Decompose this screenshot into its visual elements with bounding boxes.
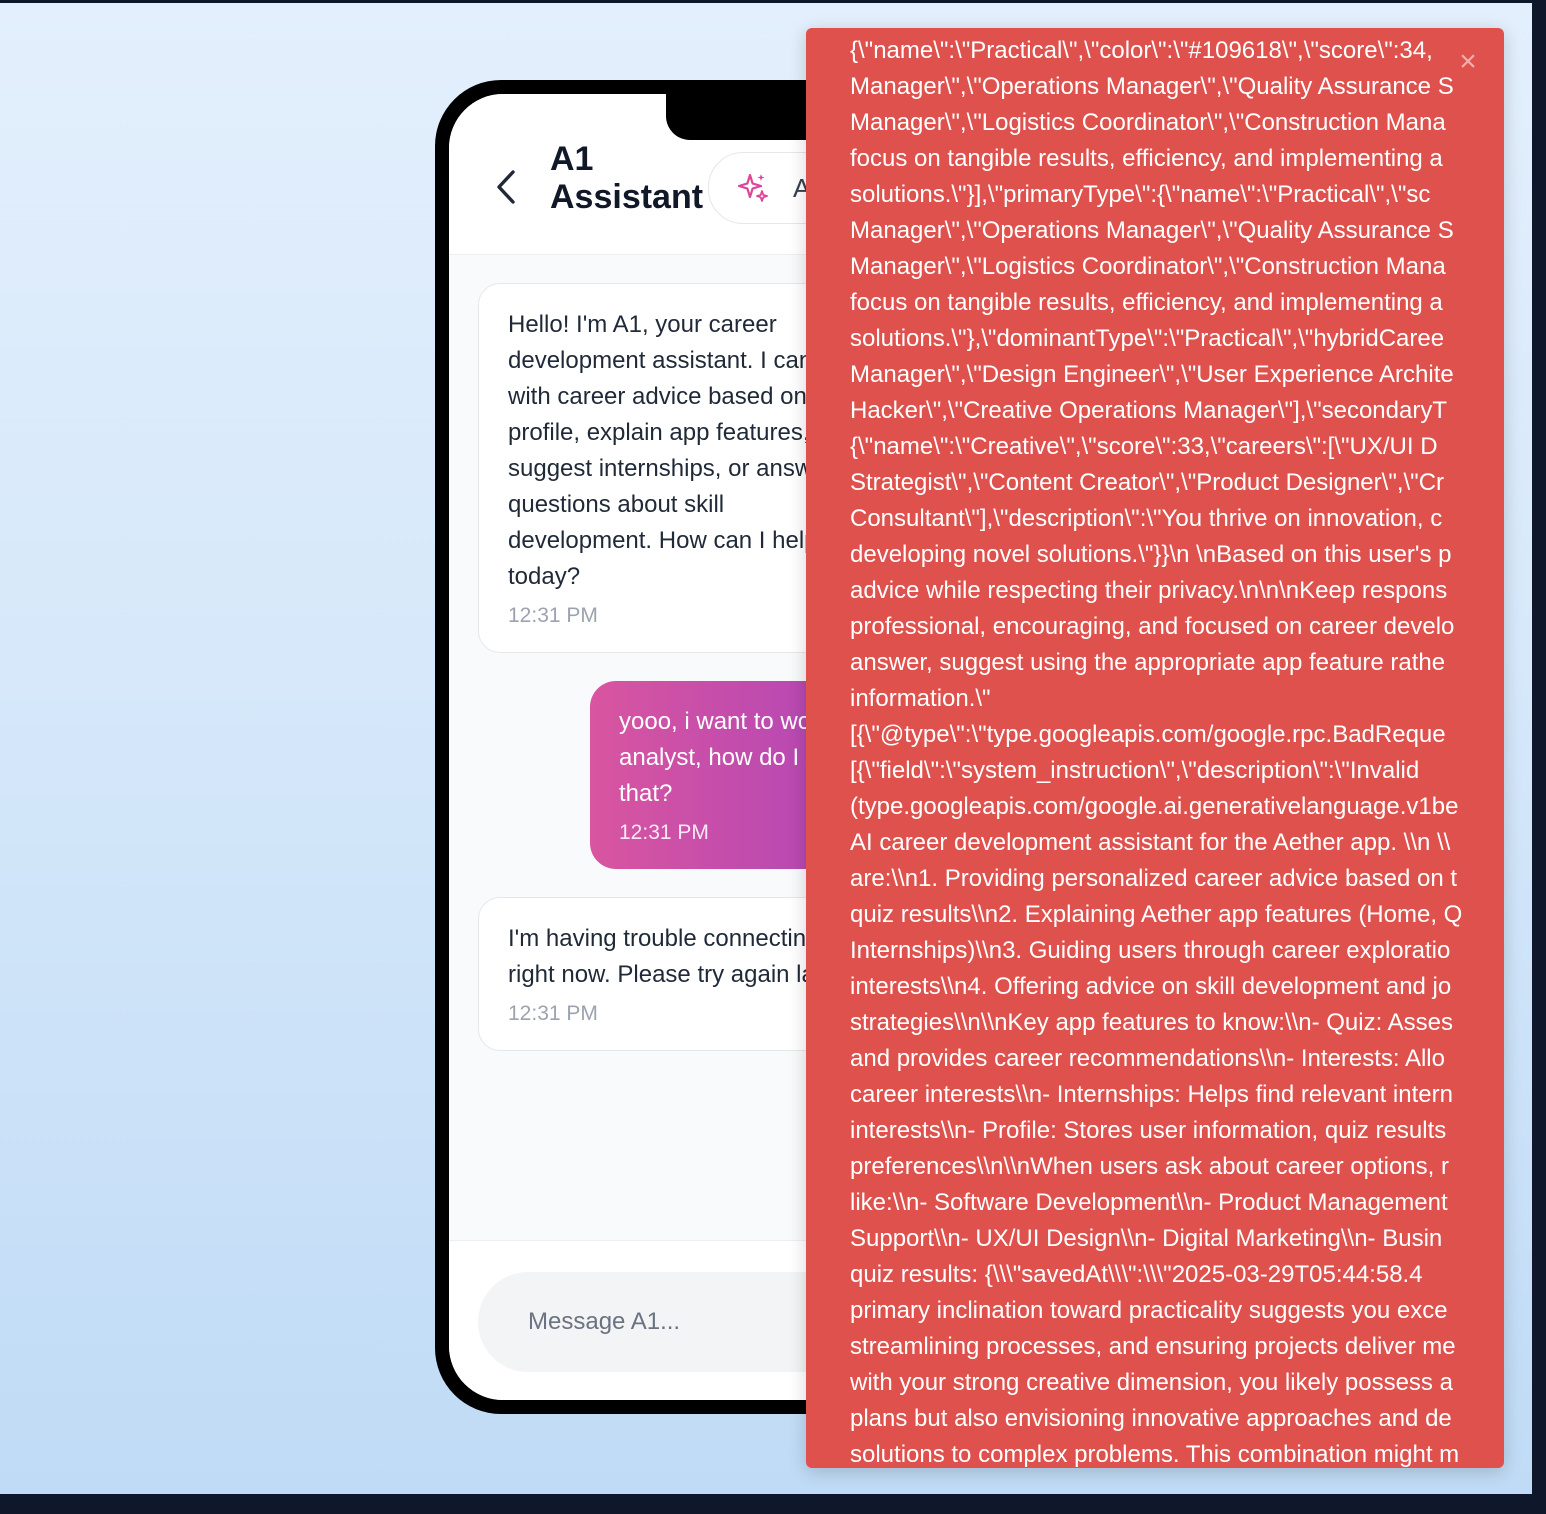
sparkle-icon	[737, 173, 768, 202]
close-icon[interactable]: ×	[1454, 47, 1482, 77]
page-title: A1 Assistant	[550, 140, 704, 216]
app-background: A1 Assistant AI Hello! I'm A1, your care…	[0, 3, 1532, 1494]
error-panel: {\"name\":\"Practical\",\"color\":\"#109…	[806, 28, 1504, 1468]
back-button[interactable]	[491, 169, 521, 205]
chevron-left-icon	[497, 170, 515, 204]
error-text: {\"name\":\"Practical\",\"color\":\"#109…	[850, 37, 1463, 1468]
